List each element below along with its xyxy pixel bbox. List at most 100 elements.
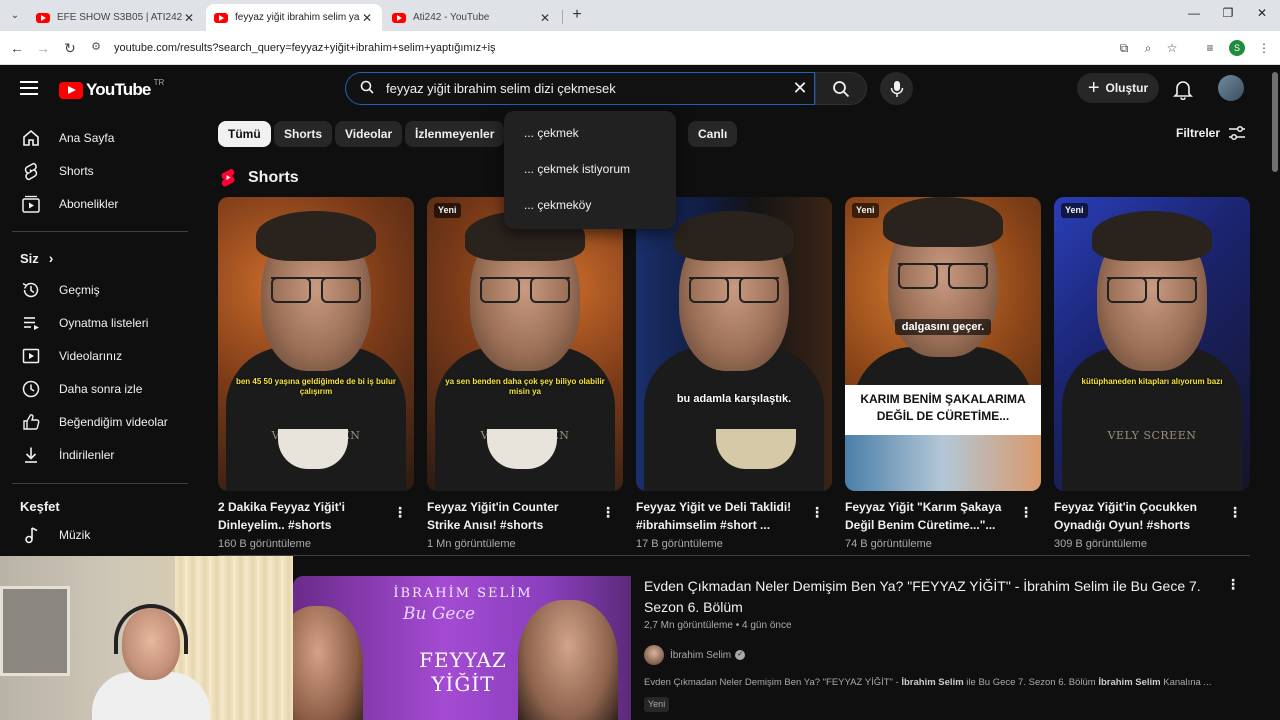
short-title[interactable]: Feyyaz Yiğit "Karım Şakaya Değil Benim C… (845, 498, 1013, 534)
short-title[interactable]: Feyyaz Yiğit ve Deli Taklidi! #ibrahimse… (636, 498, 804, 534)
short-thumbnail[interactable]: ben 45 50 yaşına geldiğimde de bi iş bul… (218, 197, 414, 491)
close-tab-icon[interactable]: ✕ (360, 11, 374, 25)
sidebar-you-heading[interactable]: Siz › (20, 250, 53, 266)
zoom-icon[interactable]: ⌕ (1140, 40, 1156, 56)
back-arrow-icon[interactable]: ← (8, 39, 26, 57)
more-options-icon[interactable]: ⋮ (1228, 504, 1242, 520)
channel-avatar[interactable] (644, 645, 664, 665)
glasses (689, 277, 779, 303)
close-tab-icon[interactable]: ✕ (538, 11, 552, 25)
video-title[interactable]: Evden Çıkmadan Neler Demişim Ben Ya? "FE… (644, 576, 1214, 618)
search-query-text[interactable]: feyyaz yiğit ibrahim selim dizi çekmesek (386, 81, 786, 96)
install-app-icon[interactable]: ⧉ (1116, 40, 1132, 56)
suggestion-item[interactable]: ... çekmeköy (524, 198, 591, 212)
short-caption: ya sen benden daha çok şey biliyo olabil… (445, 377, 605, 396)
suggestion-item[interactable]: ... çekmek istiyorum (524, 162, 630, 176)
sidebar-item-music[interactable]: Müzik (0, 518, 200, 551)
desc-highlight: İbrahim Selim (1098, 677, 1161, 688)
more-options-icon[interactable]: ⋮ (601, 504, 615, 520)
chip-all[interactable]: Tümü (218, 121, 271, 147)
sidebar-item-your-videos[interactable]: Videolarınız (0, 339, 200, 372)
new-badge: Yeni (644, 697, 670, 712)
chip-unwatched[interactable]: İzlenmeyenler (405, 121, 505, 147)
short-thumbnail[interactable]: ya sen benden daha çok şey biliyo olabil… (427, 197, 623, 491)
short-caption: bu adamla karşılaştık. (676, 393, 792, 405)
thumbnail-guest-name: FEYYAZ YİĞİT (363, 648, 563, 696)
youtube-favicon-icon (392, 12, 406, 23)
person-hair (674, 211, 794, 261)
filters-button[interactable]: Filtreler (1176, 125, 1246, 141)
sidebar-item-history[interactable]: Geçmiş (0, 273, 200, 306)
chip-shorts[interactable]: Shorts (274, 121, 333, 147)
sidebar-item-liked-videos[interactable]: Beğendiğim videolar (0, 405, 200, 438)
reading-list-icon[interactable]: ≡ (1202, 40, 1218, 56)
more-options-icon[interactable]: ⋮ (810, 504, 824, 520)
sidebar-item-watch-later[interactable]: Daha sonra izle (0, 372, 200, 405)
short-thumbnail[interactable]: dalgasını geçer. KARIM BENİM ŞAKALARIMA … (845, 197, 1041, 491)
person-hair (883, 197, 1003, 247)
more-options-icon[interactable]: ⋮ (1226, 576, 1240, 592)
sidebar-item-label: İndirilenler (59, 447, 115, 462)
chip-videos[interactable]: Videolar (335, 121, 403, 147)
home-icon (20, 127, 42, 149)
close-tab-icon[interactable]: ✕ (182, 11, 196, 25)
browser-tab-2[interactable]: feyyaz yiğit ibrahim selim yaptı ✕ (206, 4, 382, 31)
maximize-button[interactable]: ❐ (1218, 6, 1238, 24)
url-text: youtube.com/results?search_query=feyyaz+… (114, 42, 496, 54)
sidebar-item-subscriptions[interactable]: Abonelikler (0, 187, 200, 220)
clear-search-icon[interactable]: ✕ (786, 78, 814, 99)
search-button[interactable] (815, 72, 867, 105)
forward-arrow-icon[interactable]: → (34, 39, 52, 57)
thumbnail-show-name: İBRAHİM SELİM (393, 586, 533, 601)
search-input[interactable]: feyyaz yiğit ibrahim selim dizi çekmesek… (345, 72, 815, 105)
notifications-bell-icon[interactable] (1172, 78, 1194, 101)
url-bar[interactable]: ⚙ youtube.com/results?search_query=feyya… (88, 35, 1108, 61)
bookmark-star-icon[interactable]: ☆ (1164, 40, 1180, 56)
video-views: 2,7 Mn görüntüleme (644, 620, 733, 631)
browser-tab-1[interactable]: EFE SHOW S3B05 | ATİ242 - You ✕ (28, 4, 204, 31)
reload-icon[interactable]: ↻ (61, 39, 79, 57)
video-thumbnail[interactable]: İBRAHİM SELİM Bu Gece FEYYAZ YİĞİT (293, 576, 631, 720)
video-meta: 2,7 Mn görüntüleme • 4 gün önce (644, 620, 792, 631)
new-tab-button[interactable]: + (568, 6, 586, 24)
sidebar: Ana Sayfa Shorts Abonelikler Siz › Geçmi… (0, 111, 200, 556)
voice-search-button[interactable] (880, 72, 913, 105)
sidebar-item-playlists[interactable]: Oynatma listeleri (0, 306, 200, 339)
suggestion-item[interactable]: ... çekmek (524, 126, 579, 140)
chip-live[interactable]: Canlı (688, 121, 738, 147)
youtube-favicon-icon (214, 12, 228, 23)
sidebar-item-downloads[interactable]: İndirilenler (0, 438, 200, 471)
browser-profile-avatar[interactable]: S (1229, 40, 1245, 56)
youtube-header: YouTube TR feyyaz yiğit ibrahim selim di… (0, 65, 1280, 111)
sidebar-item-shorts[interactable]: Shorts (0, 154, 200, 187)
site-info-icon[interactable]: ⚙ (88, 40, 104, 56)
tab-title: EFE SHOW S3B05 | ATİ242 - You (57, 12, 182, 23)
more-options-icon[interactable]: ⋮ (393, 504, 407, 520)
filter-sliders-icon (1229, 125, 1246, 141)
sidebar-item-home[interactable]: Ana Sayfa (0, 121, 200, 154)
menu-icon[interactable] (20, 81, 38, 95)
youtube-logo[interactable]: YouTube TR (59, 78, 164, 100)
browser-tab-3[interactable]: Ati242 - YouTube ✕ (384, 4, 560, 31)
thumbnail-guest-last: YİĞİT (431, 672, 495, 696)
more-options-icon[interactable]: ⋮ (1019, 504, 1033, 520)
video-channel[interactable]: İbrahim Selim ✓ (644, 645, 746, 665)
short-title[interactable]: Feyyaz Yiğit'in Çocukken Oynadığı Oyun! … (1054, 498, 1222, 534)
tab-search-button[interactable]: ⌄ (6, 6, 24, 24)
page-scrollbar[interactable] (1272, 72, 1278, 172)
close-window-button[interactable]: ✕ (1252, 6, 1272, 24)
tab-separator (562, 10, 563, 24)
create-button[interactable]: + Oluştur (1077, 73, 1159, 103)
minimize-button[interactable]: — (1184, 6, 1204, 24)
account-avatar[interactable] (1218, 75, 1244, 101)
verified-check-icon: ✓ (735, 650, 746, 660)
watermark: VELY SCREEN (1107, 429, 1197, 442)
short-thumbnail[interactable]: kütüphaneden kitapları alıyorum bazı VEL… (1054, 197, 1250, 491)
address-toolbar: ← → ↻ ⚙ youtube.com/results?search_query… (0, 31, 1280, 65)
channel-name[interactable]: İbrahim Selim (670, 650, 731, 661)
short-title[interactable]: 2 Dakika Feyyaz Yiğit'i Dinleyelim.. #sh… (218, 498, 386, 534)
short-title[interactable]: Feyyaz Yiğit'in Counter Strike Anısı! #s… (427, 498, 595, 534)
short-thumbnail[interactable]: bu adamla karşılaştık. (636, 197, 832, 491)
filters-label: Filtreler (1176, 126, 1221, 140)
browser-menu-icon[interactable]: ⋮ (1256, 40, 1272, 56)
